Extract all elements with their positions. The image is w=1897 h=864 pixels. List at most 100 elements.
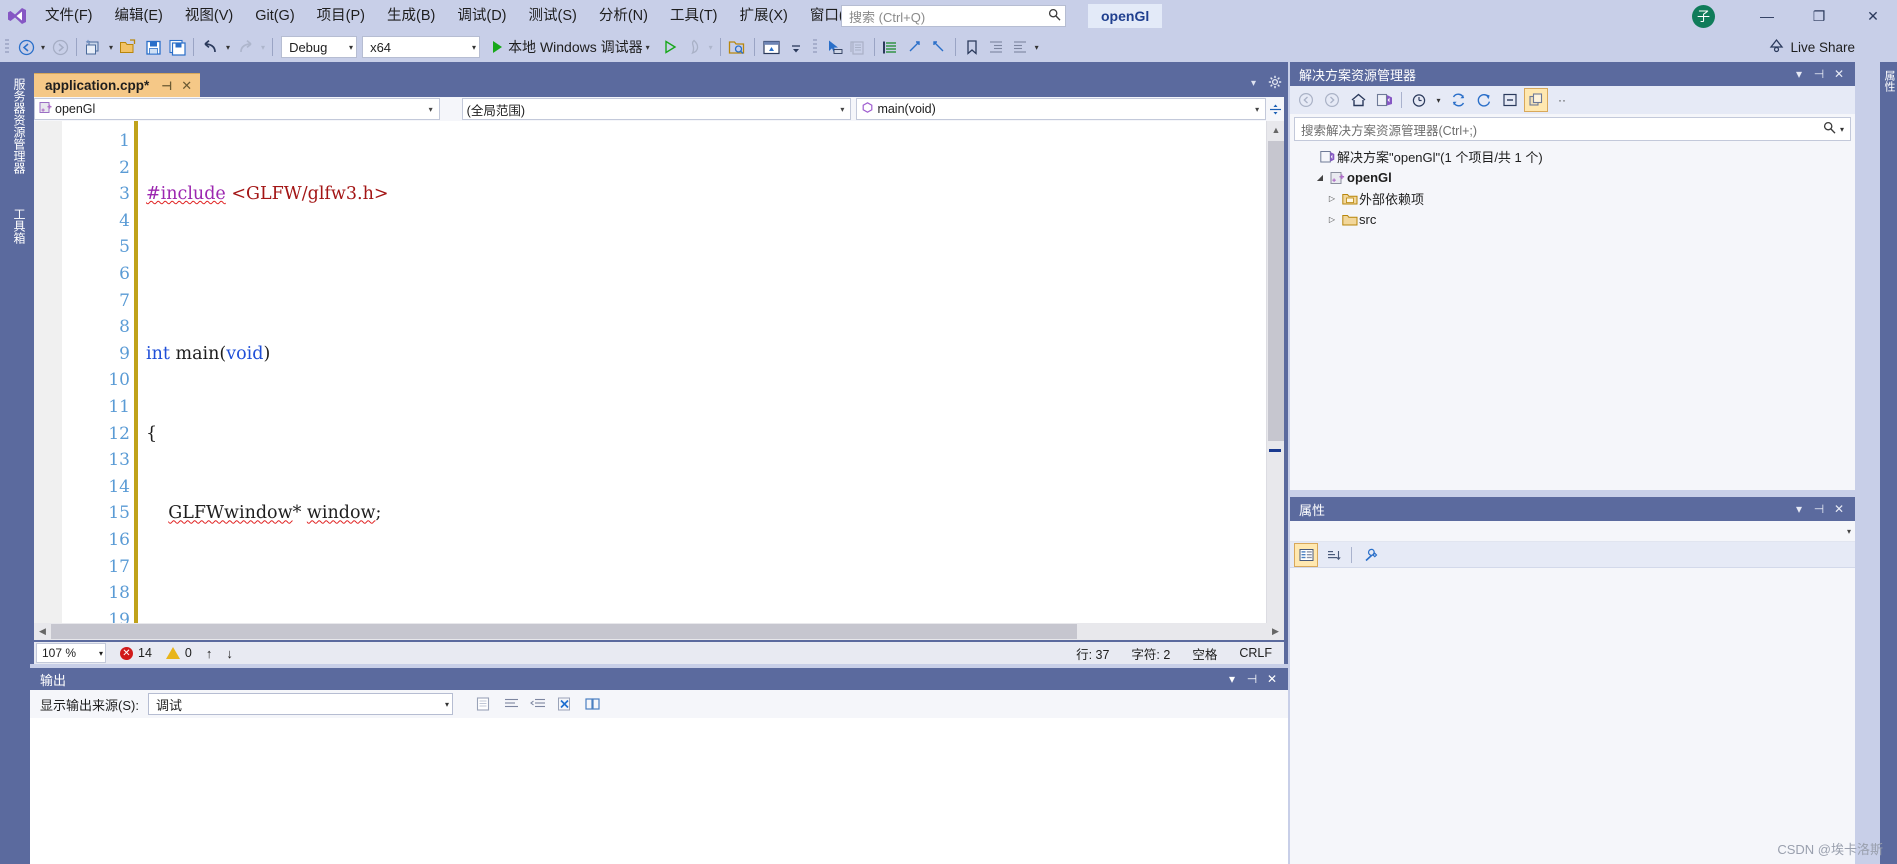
toggle-output-window-icon[interactable] [581, 693, 605, 715]
scroll-up-icon[interactable]: ▲ [1267, 121, 1284, 138]
src-folder-node[interactable]: ▷ src [1290, 209, 1855, 230]
previous-issue-button[interactable]: ↑ [206, 646, 213, 661]
chevron-down-icon[interactable]: ▾ [1251, 78, 1256, 89]
menu-project[interactable]: 项目(P) [306, 0, 376, 32]
server-explorer-tab[interactable]: 服务器资源管理器 [2, 72, 28, 180]
overflow-icon[interactable]: ·· [1550, 88, 1574, 112]
menu-file[interactable]: 文件(F) [34, 0, 104, 32]
gear-icon[interactable] [1268, 75, 1282, 92]
external-dependencies-node[interactable]: ▷ 外部依赖项 [1290, 188, 1855, 209]
pin-icon[interactable]: ⊣ [1242, 672, 1262, 686]
alphabetical-view-icon[interactable] [1321, 543, 1345, 567]
property-pages-icon[interactable] [1358, 543, 1382, 567]
error-count-indicator[interactable]: ✕ 14 [120, 646, 152, 660]
new-project-icon[interactable] [81, 34, 106, 60]
go-to-previous-message-icon[interactable] [527, 693, 551, 715]
format-document-icon[interactable] [879, 34, 903, 60]
global-search-box[interactable]: 搜索 (Ctrl+Q) [841, 5, 1066, 27]
toggle-wordwrap-icon[interactable] [500, 693, 524, 715]
navigate-backward-dropdown-icon[interactable]: ▾ [38, 43, 48, 52]
home-icon[interactable] [1346, 88, 1370, 112]
menu-test[interactable]: 测试(S) [518, 0, 588, 32]
search-input[interactable]: 搜索 (Ctrl+Q) [849, 7, 1048, 26]
save-all-icon[interactable] [165, 34, 189, 60]
preview-selected-items-icon[interactable] [759, 34, 784, 60]
navigate-backward-icon[interactable] [14, 34, 38, 60]
cancel-icon[interactable] [554, 693, 578, 715]
pin-icon[interactable]: ⊣ [1809, 67, 1829, 81]
save-file-icon[interactable] [141, 34, 165, 60]
hot-reload-dropdown-icon[interactable]: ▾ [706, 43, 716, 52]
output-source-combo[interactable]: 调试 ▾ [147, 693, 453, 715]
start-without-debugging-icon[interactable] [658, 34, 682, 60]
toolbar-overflow-icon[interactable]: ▾ [1032, 43, 1042, 52]
solution-platform-combo[interactable]: x64 ▾ [362, 36, 481, 58]
solution-explorer-search-box[interactable]: 搜索解决方案资源管理器(Ctrl+;) ▾ [1294, 117, 1851, 141]
menu-analyze[interactable]: 分析(N) [588, 0, 659, 32]
reload-icon[interactable] [1472, 88, 1496, 112]
menu-git[interactable]: Git(G) [244, 0, 305, 32]
minimize-button[interactable]: — [1745, 0, 1789, 32]
navigate-forward-icon[interactable] [48, 34, 72, 60]
line-ending-indicator[interactable]: CRLF [1239, 646, 1272, 660]
document-tab-application-cpp[interactable]: application.cpp* ⊣ ✕ [34, 73, 201, 97]
pending-changes-filter-icon[interactable] [1407, 88, 1431, 112]
pin-icon[interactable]: ⊣ [161, 79, 172, 93]
code-text[interactable]: #include <GLFW/glfw3.h> int main(void) {… [146, 121, 1266, 640]
menu-extensions[interactable]: 扩展(X) [729, 0, 799, 32]
open-file-icon[interactable] [116, 34, 141, 60]
close-icon[interactable]: ✕ [181, 78, 192, 94]
scrollbar-thumb[interactable] [1268, 141, 1284, 441]
select-in-solution-explorer-icon[interactable] [725, 34, 750, 60]
solution-configuration-combo[interactable]: Debug ▾ [281, 36, 358, 58]
paste-icon[interactable] [846, 34, 870, 60]
back-icon[interactable] [1294, 88, 1318, 112]
redo-dropdown-icon[interactable]: ▾ [258, 43, 268, 52]
nav-member-combo[interactable]: main(void) ▾ [856, 98, 1267, 120]
start-debugging-dropdown-icon[interactable]: ▾ [643, 43, 653, 52]
menu-view[interactable]: 视图(V) [174, 0, 244, 32]
chevron-down-icon[interactable]: ▾ [1789, 502, 1809, 516]
uncomment-selection-icon[interactable] [927, 34, 951, 60]
undo-dropdown-icon[interactable]: ▾ [223, 43, 233, 52]
forward-icon[interactable] [1320, 88, 1344, 112]
close-icon[interactable]: ✕ [1262, 672, 1282, 686]
show-all-files-icon[interactable] [1524, 88, 1548, 112]
pointer-select-icon[interactable] [822, 34, 846, 60]
nav-project-combo[interactable]: openGl ▾ [34, 98, 440, 120]
pin-icon[interactable]: ⊣ [1809, 502, 1829, 516]
live-share-button[interactable]: Live Share [1769, 36, 1855, 58]
menu-build[interactable]: 生成(B) [376, 0, 446, 32]
avatar[interactable]: 子 [1692, 5, 1715, 28]
close-icon[interactable]: ✕ [1829, 502, 1849, 516]
outdent-icon[interactable] [1008, 34, 1032, 60]
undo-icon[interactable] [198, 34, 223, 60]
menu-edit[interactable]: 编辑(E) [104, 0, 174, 32]
redo-icon[interactable] [233, 34, 258, 60]
next-issue-button[interactable]: ↓ [226, 646, 233, 661]
twisty-collapsed-icon[interactable]: ▷ [1324, 215, 1340, 224]
comment-selection-icon[interactable] [903, 34, 927, 60]
toolbox-tab[interactable]: 工具箱 [2, 202, 28, 250]
chevron-down-icon[interactable]: ▾ [1789, 67, 1809, 81]
scroll-right-icon[interactable]: ▶ [1267, 623, 1284, 640]
refresh-icon[interactable] [1446, 88, 1470, 112]
hscrollbar-thumb[interactable] [51, 624, 1077, 639]
toggle-bookmark-icon[interactable] [960, 34, 984, 60]
hot-reload-icon[interactable] [682, 34, 706, 60]
preview-dropdown-icon[interactable] [784, 34, 808, 60]
twisty-collapsed-icon[interactable]: ▷ [1324, 194, 1340, 203]
nav-scope-combo[interactable]: (全局范围) ▾ [461, 98, 852, 120]
scroll-left-icon[interactable]: ◀ [34, 623, 51, 640]
properties-object-combo[interactable]: ▾ [1290, 521, 1855, 542]
pending-changes-dropdown-icon[interactable]: ▾ [1433, 88, 1444, 112]
search-options-dropdown-icon[interactable]: ▾ [1836, 125, 1848, 134]
output-text-area[interactable] [30, 718, 1288, 864]
solution-node[interactable]: 解决方案"openGl"(1 个项目/共 1 个) [1290, 146, 1855, 167]
maximize-button[interactable]: ❐ [1797, 0, 1841, 32]
solution-explorer-search-input[interactable]: 搜索解决方案资源管理器(Ctrl+;) [1301, 120, 1823, 139]
close-button[interactable]: ✕ [1849, 0, 1897, 32]
split-editor-icon[interactable] [1266, 103, 1284, 116]
glyph-margin[interactable] [34, 121, 62, 640]
project-node-opengl[interactable]: ◢ openGl [1290, 167, 1855, 188]
